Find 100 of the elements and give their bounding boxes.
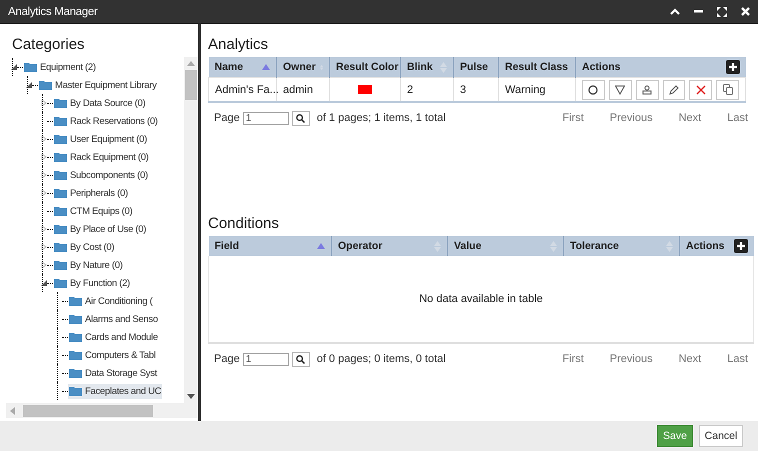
tree-item[interactable]: CTM Equips (0) — [53, 204, 134, 218]
folder-icon — [54, 134, 67, 144]
folder-icon — [54, 152, 67, 162]
tree-item[interactable]: Faceplates and UC — [68, 384, 162, 398]
pager-link[interactable]: Previous — [610, 353, 653, 365]
tree-item[interactable]: Peripherals (0) — [53, 186, 129, 200]
table-cell: Admin's Fa... — [208, 78, 276, 102]
tree-item[interactable]: By Data Source (0) — [53, 96, 146, 110]
search-icon — [296, 354, 306, 364]
page-label: Page — [214, 353, 240, 365]
folder-icon — [54, 260, 67, 270]
pager-link[interactable]: Next — [678, 353, 702, 365]
tree-item[interactable]: Subcomponents (0) — [53, 168, 149, 182]
scroll-down-icon[interactable] — [187, 394, 195, 399]
tree-item[interactable]: Air Conditioning ( — [68, 294, 154, 308]
add-icon[interactable] — [726, 60, 740, 74]
table-cell: 3 — [454, 78, 498, 102]
page-field[interactable]: 1 — [242, 112, 289, 124]
filter-button[interactable] — [608, 80, 632, 100]
empty-message: No data available in table — [419, 293, 543, 305]
pencil-icon — [668, 84, 679, 94]
scroll-thumb[interactable] — [23, 404, 153, 416]
pager-link[interactable]: First — [562, 353, 584, 365]
column-header[interactable]: Value — [448, 236, 564, 256]
column-header[interactable]: Actions — [576, 57, 746, 78]
page-summary: of 0 pages; 0 items, 0 total — [316, 353, 446, 365]
fullscreen-icon[interactable] — [717, 6, 727, 16]
copy-button[interactable] — [716, 80, 739, 100]
section-title: Analytics — [208, 35, 270, 55]
expander-icon[interactable] — [41, 226, 47, 232]
folder-icon — [54, 98, 67, 108]
column-header[interactable]: Tolerance — [564, 236, 680, 256]
folder-icon — [54, 242, 67, 252]
expander-icon[interactable] — [41, 154, 47, 160]
folder-icon — [24, 62, 37, 72]
pager-link[interactable]: Last — [727, 112, 748, 124]
tree-item[interactable]: Alarms and Senso — [68, 312, 159, 326]
folder-icon — [54, 224, 67, 234]
edit-button[interactable] — [662, 80, 686, 100]
page-field[interactable]: 1 — [242, 352, 289, 366]
pager-link[interactable]: First — [562, 112, 584, 124]
folder-icon — [54, 206, 67, 216]
search-icon — [296, 114, 306, 122]
tree-item[interactable]: By Place of Use (0) — [53, 222, 148, 236]
folder-icon — [39, 80, 52, 90]
tree-item[interactable]: By Cost (0) — [53, 240, 116, 254]
tree-item[interactable]: By Nature (0) — [53, 258, 124, 272]
pager-link[interactable]: Previous — [610, 112, 653, 124]
circle-icon — [588, 84, 598, 94]
tree-item[interactable]: Master Equipment Library — [38, 78, 158, 92]
expander-icon[interactable] — [26, 82, 32, 88]
close-icon[interactable] — [741, 7, 750, 16]
copy-icon — [722, 84, 733, 95]
column-header[interactable]: Operator — [332, 236, 448, 256]
search-button[interactable] — [292, 110, 310, 126]
folder-icon — [54, 278, 67, 288]
tree-item[interactable]: Equipment (2) — [23, 60, 97, 74]
expander-icon[interactable] — [41, 244, 47, 250]
search-button[interactable] — [292, 352, 310, 366]
person-button[interactable] — [636, 80, 659, 100]
expander-icon[interactable] — [41, 280, 47, 286]
circle-button[interactable] — [582, 80, 605, 100]
close-icon — [696, 84, 706, 94]
column-header[interactable]: Owner — [276, 57, 330, 78]
expander-icon[interactable] — [41, 190, 47, 196]
column-header[interactable]: Result Class — [498, 57, 576, 78]
column-header[interactable]: Name — [208, 57, 276, 78]
column-header[interactable]: Actions — [680, 236, 754, 256]
tree-item[interactable]: Rack Equipment (0) — [53, 150, 150, 164]
page-label: Page — [214, 112, 240, 124]
column-header[interactable]: Blink — [400, 57, 454, 78]
table-cell: 2 — [400, 78, 454, 102]
panel-title: Categories — [11, 35, 86, 55]
expander-icon[interactable] — [41, 172, 47, 178]
expander-icon[interactable] — [41, 262, 47, 268]
expander-icon[interactable] — [41, 100, 47, 106]
add-icon[interactable] — [734, 239, 748, 253]
tree-item[interactable]: Data Storage Syst — [68, 366, 158, 380]
minimize-icon[interactable] — [694, 10, 703, 13]
tree-item[interactable]: Cards and Module — [68, 330, 159, 344]
tree-item[interactable]: Rack Reservations (0) — [53, 114, 159, 128]
folder-icon — [69, 332, 82, 342]
column-header[interactable]: Pulse — [454, 57, 498, 78]
expander-icon[interactable] — [41, 136, 47, 142]
tree-item[interactable]: By Function (2) — [53, 276, 131, 290]
folder-icon — [54, 116, 67, 126]
tree-item[interactable]: Computers & Tabl — [68, 348, 157, 362]
delete-button[interactable] — [689, 80, 712, 100]
table-cell: Warning — [498, 78, 576, 102]
pager-link[interactable]: Last — [727, 353, 748, 365]
scroll-thumb[interactable] — [185, 70, 197, 100]
expander-icon[interactable] — [11, 64, 17, 70]
pager-link[interactable]: Next — [678, 112, 702, 124]
column-header[interactable]: Field — [208, 236, 332, 256]
folder-icon — [69, 350, 82, 360]
tree-item[interactable]: User Equipment (0) — [53, 132, 148, 146]
collapse-icon[interactable] — [670, 8, 680, 16]
cancel-button[interactable]: Cancel — [699, 425, 743, 447]
column-header[interactable]: Result Color — [330, 57, 400, 78]
section-title: Conditions — [208, 215, 280, 234]
